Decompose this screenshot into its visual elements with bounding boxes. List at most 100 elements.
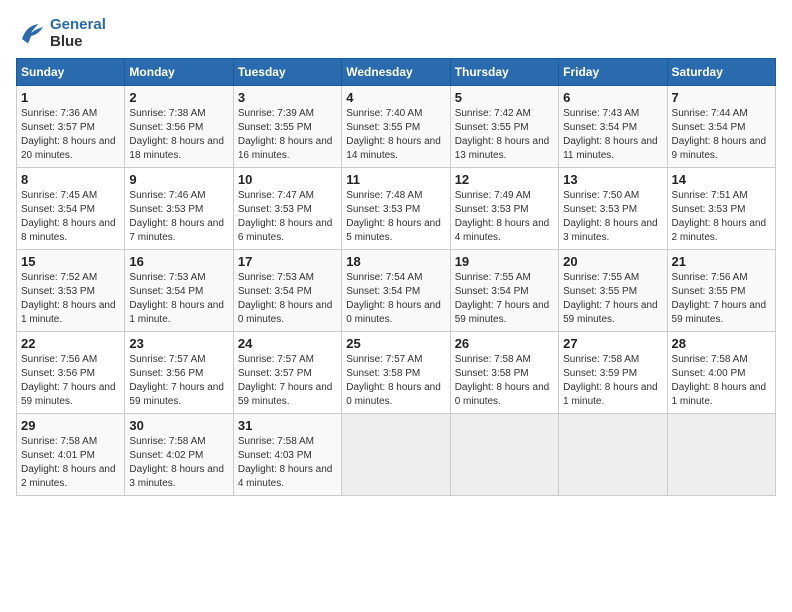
day-number: 22: [21, 336, 120, 351]
calendar-cell: 12 Sunrise: 7:49 AM Sunset: 3:53 PM Dayl…: [450, 168, 558, 250]
day-number: 18: [346, 254, 445, 269]
calendar-cell: 31 Sunrise: 7:58 AM Sunset: 4:03 PM Dayl…: [233, 414, 341, 496]
day-info: Sunrise: 7:58 AM Sunset: 4:01 PM Dayligh…: [21, 435, 120, 491]
day-of-week-header: Tuesday: [233, 59, 341, 86]
day-number: 7: [672, 90, 771, 105]
day-number: 2: [129, 90, 228, 105]
day-info: Sunrise: 7:56 AM Sunset: 3:56 PM Dayligh…: [21, 353, 120, 409]
day-info: Sunrise: 7:43 AM Sunset: 3:54 PM Dayligh…: [563, 107, 662, 163]
calendar-cell: 18 Sunrise: 7:54 AM Sunset: 3:54 PM Dayl…: [342, 250, 450, 332]
day-info: Sunrise: 7:39 AM Sunset: 3:55 PM Dayligh…: [238, 107, 337, 163]
day-number: 8: [21, 172, 120, 187]
calendar-cell: 7 Sunrise: 7:44 AM Sunset: 3:54 PM Dayli…: [667, 86, 775, 168]
day-info: Sunrise: 7:57 AM Sunset: 3:58 PM Dayligh…: [346, 353, 445, 409]
calendar-cell: 20 Sunrise: 7:55 AM Sunset: 3:55 PM Dayl…: [559, 250, 667, 332]
calendar-header-row: SundayMondayTuesdayWednesdayThursdayFrid…: [17, 59, 776, 86]
calendar-cell: 13 Sunrise: 7:50 AM Sunset: 3:53 PM Dayl…: [559, 168, 667, 250]
day-info: Sunrise: 7:58 AM Sunset: 4:00 PM Dayligh…: [672, 353, 771, 409]
day-number: 13: [563, 172, 662, 187]
calendar-cell: 19 Sunrise: 7:55 AM Sunset: 3:54 PM Dayl…: [450, 250, 558, 332]
page-header: General Blue: [16, 16, 776, 50]
day-info: Sunrise: 7:49 AM Sunset: 3:53 PM Dayligh…: [455, 189, 554, 245]
day-info: Sunrise: 7:50 AM Sunset: 3:53 PM Dayligh…: [563, 189, 662, 245]
day-number: 17: [238, 254, 337, 269]
calendar-cell: 26 Sunrise: 7:58 AM Sunset: 3:58 PM Dayl…: [450, 332, 558, 414]
day-number: 5: [455, 90, 554, 105]
day-of-week-header: Saturday: [667, 59, 775, 86]
calendar-cell: 24 Sunrise: 7:57 AM Sunset: 3:57 PM Dayl…: [233, 332, 341, 414]
calendar-cell: 16 Sunrise: 7:53 AM Sunset: 3:54 PM Dayl…: [125, 250, 233, 332]
calendar-cell: 27 Sunrise: 7:58 AM Sunset: 3:59 PM Dayl…: [559, 332, 667, 414]
logo-icon: [16, 18, 46, 48]
day-info: Sunrise: 7:42 AM Sunset: 3:55 PM Dayligh…: [455, 107, 554, 163]
day-number: 31: [238, 418, 337, 433]
calendar-cell: 9 Sunrise: 7:46 AM Sunset: 3:53 PM Dayli…: [125, 168, 233, 250]
day-number: 9: [129, 172, 228, 187]
day-info: Sunrise: 7:58 AM Sunset: 4:03 PM Dayligh…: [238, 435, 337, 491]
day-of-week-header: Friday: [559, 59, 667, 86]
calendar-week-row: 8 Sunrise: 7:45 AM Sunset: 3:54 PM Dayli…: [17, 168, 776, 250]
calendar-cell: 28 Sunrise: 7:58 AM Sunset: 4:00 PM Dayl…: [667, 332, 775, 414]
day-info: Sunrise: 7:55 AM Sunset: 3:55 PM Dayligh…: [563, 271, 662, 327]
day-info: Sunrise: 7:54 AM Sunset: 3:54 PM Dayligh…: [346, 271, 445, 327]
logo: General Blue: [16, 16, 106, 50]
calendar-cell: 8 Sunrise: 7:45 AM Sunset: 3:54 PM Dayli…: [17, 168, 125, 250]
day-info: Sunrise: 7:44 AM Sunset: 3:54 PM Dayligh…: [672, 107, 771, 163]
day-number: 16: [129, 254, 228, 269]
day-number: 26: [455, 336, 554, 351]
day-number: 21: [672, 254, 771, 269]
day-info: Sunrise: 7:36 AM Sunset: 3:57 PM Dayligh…: [21, 107, 120, 163]
day-info: Sunrise: 7:47 AM Sunset: 3:53 PM Dayligh…: [238, 189, 337, 245]
day-info: Sunrise: 7:57 AM Sunset: 3:56 PM Dayligh…: [129, 353, 228, 409]
calendar-cell: 29 Sunrise: 7:58 AM Sunset: 4:01 PM Dayl…: [17, 414, 125, 496]
calendar-cell: 4 Sunrise: 7:40 AM Sunset: 3:55 PM Dayli…: [342, 86, 450, 168]
calendar-week-row: 22 Sunrise: 7:56 AM Sunset: 3:56 PM Dayl…: [17, 332, 776, 414]
day-number: 25: [346, 336, 445, 351]
calendar-cell: [667, 414, 775, 496]
day-info: Sunrise: 7:40 AM Sunset: 3:55 PM Dayligh…: [346, 107, 445, 163]
calendar-cell: 14 Sunrise: 7:51 AM Sunset: 3:53 PM Dayl…: [667, 168, 775, 250]
day-number: 6: [563, 90, 662, 105]
day-info: Sunrise: 7:51 AM Sunset: 3:53 PM Dayligh…: [672, 189, 771, 245]
calendar-table: SundayMondayTuesdayWednesdayThursdayFrid…: [16, 58, 776, 496]
day-number: 3: [238, 90, 337, 105]
calendar-cell: 23 Sunrise: 7:57 AM Sunset: 3:56 PM Dayl…: [125, 332, 233, 414]
calendar-cell: [342, 414, 450, 496]
calendar-week-row: 15 Sunrise: 7:52 AM Sunset: 3:53 PM Dayl…: [17, 250, 776, 332]
day-info: Sunrise: 7:48 AM Sunset: 3:53 PM Dayligh…: [346, 189, 445, 245]
day-of-week-header: Wednesday: [342, 59, 450, 86]
calendar-cell: 22 Sunrise: 7:56 AM Sunset: 3:56 PM Dayl…: [17, 332, 125, 414]
day-number: 28: [672, 336, 771, 351]
calendar-cell: 17 Sunrise: 7:53 AM Sunset: 3:54 PM Dayl…: [233, 250, 341, 332]
day-number: 27: [563, 336, 662, 351]
day-info: Sunrise: 7:52 AM Sunset: 3:53 PM Dayligh…: [21, 271, 120, 327]
day-info: Sunrise: 7:45 AM Sunset: 3:54 PM Dayligh…: [21, 189, 120, 245]
calendar-week-row: 1 Sunrise: 7:36 AM Sunset: 3:57 PM Dayli…: [17, 86, 776, 168]
day-info: Sunrise: 7:55 AM Sunset: 3:54 PM Dayligh…: [455, 271, 554, 327]
day-number: 29: [21, 418, 120, 433]
day-info: Sunrise: 7:57 AM Sunset: 3:57 PM Dayligh…: [238, 353, 337, 409]
day-info: Sunrise: 7:56 AM Sunset: 3:55 PM Dayligh…: [672, 271, 771, 327]
logo-text: General: [50, 16, 106, 33]
calendar-cell: 2 Sunrise: 7:38 AM Sunset: 3:56 PM Dayli…: [125, 86, 233, 168]
day-number: 14: [672, 172, 771, 187]
day-number: 15: [21, 254, 120, 269]
day-of-week-header: Monday: [125, 59, 233, 86]
day-number: 1: [21, 90, 120, 105]
day-number: 19: [455, 254, 554, 269]
day-number: 10: [238, 172, 337, 187]
calendar-week-row: 29 Sunrise: 7:58 AM Sunset: 4:01 PM Dayl…: [17, 414, 776, 496]
calendar-cell: [450, 414, 558, 496]
day-number: 24: [238, 336, 337, 351]
day-number: 4: [346, 90, 445, 105]
day-number: 30: [129, 418, 228, 433]
calendar-cell: 15 Sunrise: 7:52 AM Sunset: 3:53 PM Dayl…: [17, 250, 125, 332]
day-info: Sunrise: 7:46 AM Sunset: 3:53 PM Dayligh…: [129, 189, 228, 245]
day-info: Sunrise: 7:53 AM Sunset: 3:54 PM Dayligh…: [238, 271, 337, 327]
calendar-cell: 6 Sunrise: 7:43 AM Sunset: 3:54 PM Dayli…: [559, 86, 667, 168]
logo-text2: Blue: [50, 33, 106, 50]
day-number: 20: [563, 254, 662, 269]
calendar-cell: 5 Sunrise: 7:42 AM Sunset: 3:55 PM Dayli…: [450, 86, 558, 168]
day-info: Sunrise: 7:53 AM Sunset: 3:54 PM Dayligh…: [129, 271, 228, 327]
calendar-cell: [559, 414, 667, 496]
